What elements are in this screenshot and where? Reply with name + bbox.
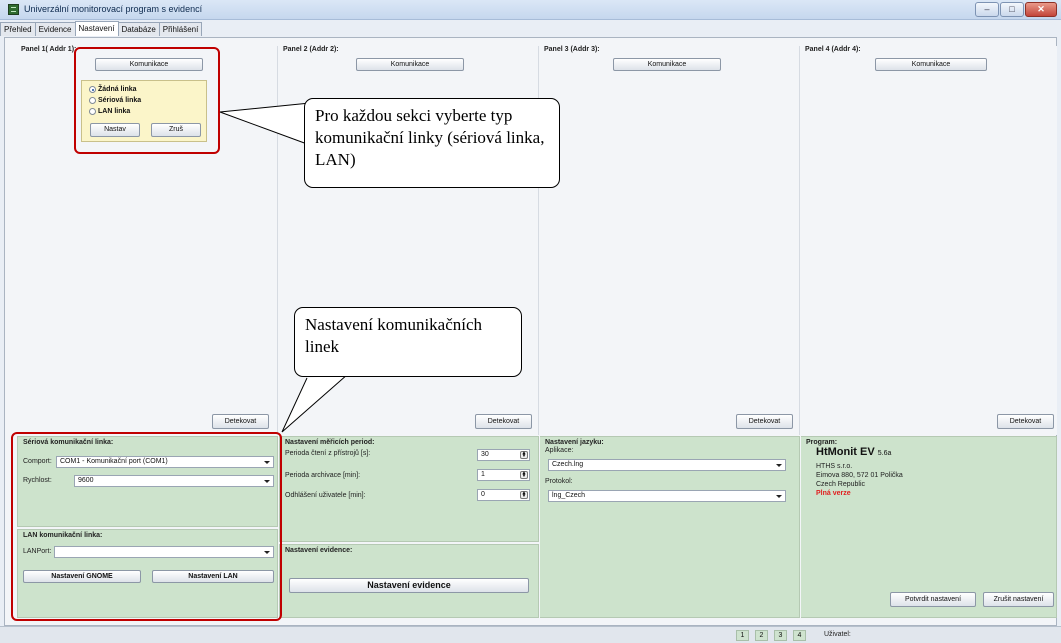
close-button[interactable]: ✕ <box>1025 2 1057 17</box>
tab-databaze[interactable]: Databáze <box>117 22 160 36</box>
panel-title: Panel 3 (Addr 3): <box>544 46 600 53</box>
close-icon: ✕ <box>1037 4 1045 14</box>
komunikace-button-2[interactable]: Komunikace <box>356 58 464 71</box>
archive-period-spinner[interactable]: 1 ▲ ▼ <box>477 469 530 481</box>
page-button-4[interactable]: 4 <box>793 630 806 641</box>
page-button-2[interactable]: 2 <box>755 630 768 641</box>
company-address: Eimova 880, 572 01 Polička <box>816 472 903 479</box>
detect-button-1[interactable]: Detekovat <box>212 414 269 429</box>
program-section: Program: HtMonit EV 5.6a HTHS s.r.o. Eim… <box>801 436 1057 618</box>
section-title: Nastavení měřicích period: <box>285 439 375 446</box>
confirm-settings-button[interactable]: Potvrdit nastavení <box>890 592 976 607</box>
window-title: Univerzální monitorovací program s evide… <box>24 4 203 14</box>
page-button-1[interactable]: 1 <box>736 630 749 641</box>
spinner-icon[interactable]: ▲ ▼ <box>520 451 528 459</box>
app-language-label: Aplikace: <box>545 447 574 454</box>
read-period-value: 30 <box>481 451 489 458</box>
tab-prihlaseni[interactable]: Přihlášení <box>158 22 203 36</box>
program-name: HtMonit EV <box>816 446 875 458</box>
company-name: HTHS s.r.o. <box>816 463 853 470</box>
panel-4: Panel 4 (Addr 4): Komunikace Detekovat <box>801 46 1057 435</box>
title-bar: Univerzální monitorovací program s evide… <box>0 0 1061 20</box>
read-period-spinner[interactable]: 30 ▲ ▼ <box>477 449 530 461</box>
evidence-settings-button[interactable]: Nastavení evidence <box>289 578 529 593</box>
window-controls: – □ ✕ <box>975 2 1057 17</box>
minimize-button[interactable]: – <box>975 2 999 17</box>
logout-value: 0 <box>481 491 485 498</box>
panel-3: Panel 3 (Addr 3): Komunikace Detekovat <box>540 46 800 435</box>
app-language-select[interactable]: Czech.lng <box>548 459 786 471</box>
page-button-3[interactable]: 3 <box>774 630 787 641</box>
detect-button-2[interactable]: Detekovat <box>475 414 532 429</box>
maximize-icon: □ <box>1009 4 1015 14</box>
logout-label: Odhlášení uživatele [min]: <box>285 492 366 499</box>
section-title: Program: <box>806 439 838 446</box>
section-title: Nastavení jazyku: <box>545 439 604 446</box>
user-label: Uživatel: <box>824 631 851 638</box>
callout-link-type: Pro každou sekci vyberte typ komunikační… <box>304 98 560 188</box>
read-period-label: Perioda čtení z přístrojů [s]: <box>285 450 371 457</box>
tab-strip: Přehled Evidence Nastavení Databáze Přih… <box>0 21 203 37</box>
maximize-button[interactable]: □ <box>1000 2 1024 17</box>
logout-spinner[interactable]: 0 ▲ ▼ <box>477 489 530 501</box>
tab-evidence[interactable]: Evidence <box>34 22 76 36</box>
minimize-icon: – <box>984 4 990 14</box>
chevron-down-icon <box>776 464 782 467</box>
license-label: Plná verze <box>816 490 851 497</box>
detect-button-3[interactable]: Detekovat <box>736 414 793 429</box>
komunikace-button-4[interactable]: Komunikace <box>875 58 987 71</box>
protocol-language-value: lng_Czech <box>552 492 586 499</box>
program-version: 5.6a <box>877 450 892 457</box>
highlight-link-settings <box>11 432 282 621</box>
chevron-down-icon <box>776 495 782 498</box>
panel-title: Panel 2 (Addr 2): <box>283 46 339 53</box>
protocol-language-select[interactable]: lng_Czech <box>548 490 786 502</box>
panel-title: Panel 4 (Addr 4): <box>805 46 861 53</box>
archive-period-value: 1 <box>481 471 485 478</box>
section-title: Nastavení evidence: <box>285 547 353 554</box>
company-country: Czech Republic <box>816 481 866 488</box>
app-language-value: Czech.lng <box>552 461 584 468</box>
app-icon <box>8 4 19 15</box>
highlight-link-popup <box>74 47 220 154</box>
protocol-language-label: Protokol: <box>545 478 573 485</box>
tab-nastaveni[interactable]: Nastavení <box>74 21 119 36</box>
archive-period-label: Perioda archivace [min]: <box>285 472 361 479</box>
tab-prehled[interactable]: Přehled <box>0 22 36 36</box>
status-bar: 1 2 3 4 Uživatel: <box>0 626 1061 643</box>
program-name-line: HtMonit EV 5.6a <box>816 446 891 458</box>
cancel-settings-button[interactable]: Zrušit nastavení <box>983 592 1054 607</box>
periods-section: Nastavení měřicích period: Perioda čtení… <box>279 436 539 542</box>
komunikace-button-3[interactable]: Komunikace <box>613 58 721 71</box>
spinner-icon[interactable]: ▲ ▼ <box>520 471 528 479</box>
evidence-section: Nastavení evidence: Nastavení evidence <box>279 544 539 618</box>
callout-link-settings: Nastavení komunikačních linek <box>294 307 522 377</box>
language-section: Nastavení jazyku: Aplikace: Czech.lng Pr… <box>540 436 800 618</box>
spinner-icon[interactable]: ▲ ▼ <box>520 491 528 499</box>
panel-title: Panel 1( Addr 1): <box>21 46 77 53</box>
detect-button-4[interactable]: Detekovat <box>997 414 1054 429</box>
